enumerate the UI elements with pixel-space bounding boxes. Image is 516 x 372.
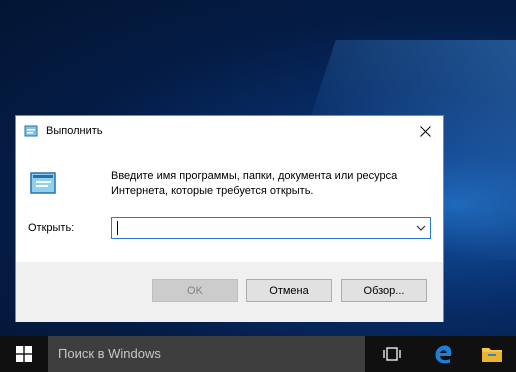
task-view-button[interactable] <box>368 336 416 372</box>
chevron-down-icon[interactable] <box>416 224 426 232</box>
file-explorer-icon <box>482 348 502 362</box>
taskbar-search-box[interactable]: Поиск в Windows <box>48 336 365 372</box>
task-view-icon <box>383 347 401 361</box>
open-label: Открыть: <box>28 222 75 234</box>
browse-button[interactable]: Обзор... <box>341 279 427 302</box>
ok-button[interactable]: OK <box>152 279 238 302</box>
file-explorer-button[interactable] <box>468 336 516 372</box>
windows-start-icon <box>16 346 32 362</box>
close-button[interactable] <box>407 116 443 146</box>
taskbar: Поиск в Windows <box>0 336 516 372</box>
run-app-icon <box>24 125 38 137</box>
dialog-description: Введите имя программы, папки, документа … <box>111 170 398 197</box>
dialog-title: Выполнить <box>46 125 103 137</box>
search-placeholder: Поиск в Windows <box>58 346 161 361</box>
open-input[interactable] <box>112 218 413 238</box>
dialog-titlebar[interactable]: Выполнить <box>16 116 443 148</box>
run-dialog: Выполнить Введите имя программы, папки, … <box>15 115 444 322</box>
dialog-button-bar: OK Отмена Обзор... <box>16 262 443 322</box>
cancel-button[interactable]: Отмена <box>246 279 332 302</box>
start-button[interactable] <box>0 336 48 372</box>
open-combobox[interactable] <box>111 217 431 239</box>
run-program-icon <box>30 172 56 194</box>
close-icon <box>419 125 431 137</box>
edge-button[interactable] <box>419 336 467 372</box>
text-cursor <box>117 221 118 235</box>
edge-icon <box>435 345 452 364</box>
